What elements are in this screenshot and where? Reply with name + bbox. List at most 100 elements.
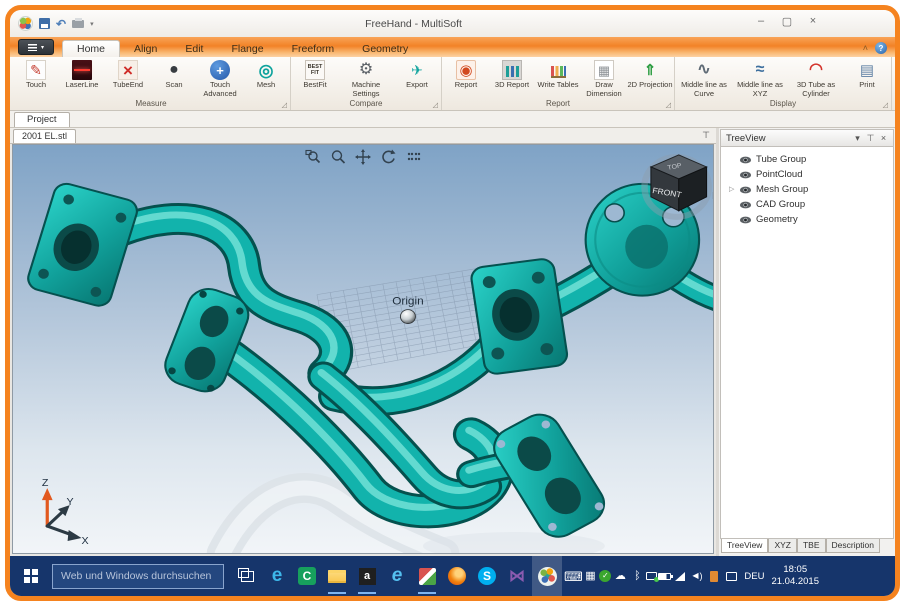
schedule-icon[interactable]: ▦: [582, 568, 598, 584]
updates-icon[interactable]: [706, 568, 722, 584]
button-label: 3D Tube as Cylinder: [788, 81, 844, 98]
visibility-eye-icon[interactable]: [739, 201, 756, 209]
visibility-eye-icon[interactable]: [739, 156, 756, 164]
panel-tab-tbe[interactable]: TBE: [797, 539, 826, 553]
tree-item-geometry[interactable]: Geometry: [721, 212, 893, 227]
taskbar-app-explorer[interactable]: [322, 556, 352, 596]
document-tab[interactable]: 2001 EL.stl: [13, 129, 76, 143]
save-button[interactable]: [39, 18, 50, 29]
tab-home[interactable]: Home: [62, 40, 120, 58]
ribbon-collapse-button[interactable]: ˄: [863, 43, 868, 53]
tab-geometry[interactable]: Geometry: [348, 41, 422, 58]
taskbar-app-expression[interactable]: ⋈: [502, 556, 532, 596]
taskbar-app-media[interactable]: [412, 556, 442, 596]
expander-icon[interactable]: ▷: [729, 186, 739, 193]
2d-projection-button[interactable]: ⇑2D Projection: [627, 58, 673, 90]
touch-button[interactable]: ✎Touch: [13, 58, 59, 90]
dialog-launcher-icon[interactable]: ◿: [433, 102, 438, 109]
security-icon[interactable]: ✓: [599, 570, 611, 582]
bluetooth-icon[interactable]: ᛒ: [629, 568, 645, 584]
dialog-launcher-icon[interactable]: ◿: [666, 102, 671, 109]
taskbar-app-office[interactable]: a: [352, 556, 382, 596]
taskbar-app-skype[interactable]: [472, 556, 502, 596]
taskbar-apps: eae⋈: [232, 556, 562, 596]
axis-triad: Z Y X: [42, 478, 89, 546]
close-button[interactable]: ×: [803, 12, 823, 30]
help-button[interactable]: ?: [875, 42, 887, 54]
middle-line-as-curve-button[interactable]: ∿Middle line as Curve: [676, 58, 732, 98]
taskbar-app-freehand[interactable]: [532, 556, 562, 596]
dialog-launcher-icon[interactable]: ◿: [883, 102, 888, 109]
app-menu-button[interactable]: ▾: [18, 39, 54, 55]
tab-flange[interactable]: Flange: [217, 41, 277, 58]
network-icon[interactable]: [646, 572, 657, 580]
middle-line-as-xyz-button[interactable]: ≈Middle line as XYZ: [732, 58, 788, 98]
visibility-eye-icon[interactable]: [739, 216, 756, 224]
tab-freeform[interactable]: Freeform: [278, 41, 349, 58]
export-button[interactable]: ✈Export: [394, 58, 440, 90]
rotate-button[interactable]: [380, 149, 396, 165]
maximize-button[interactable]: ▢: [777, 12, 797, 30]
panel-tab-description[interactable]: Description: [826, 539, 881, 553]
panel-tab-treeview[interactable]: TreeView: [721, 539, 768, 553]
taskbar-app-task-view[interactable]: [232, 556, 262, 596]
panel-close-icon[interactable]: ×: [877, 134, 890, 143]
scan-button[interactable]: ●Scan: [151, 58, 197, 90]
3d-tube-as-cylinder-button[interactable]: ◠3D Tube as Cylinder: [788, 58, 844, 98]
tree-item-mesh-group[interactable]: ▷Mesh Group: [721, 182, 893, 197]
view-cube[interactable]: E FRONT TOP: [644, 155, 713, 217]
draw-dimension-button[interactable]: ▦Draw Dimension: [581, 58, 627, 98]
zoom-window-button[interactable]: [305, 149, 321, 165]
language-indicator[interactable]: DEU: [744, 571, 764, 582]
panel-pin-icon[interactable]: ⊤: [864, 134, 877, 143]
visibility-eye-icon[interactable]: [739, 186, 756, 194]
undo-button[interactable]: ↶: [56, 18, 66, 30]
taskbar-app-firefox[interactable]: [442, 556, 472, 596]
machine-settings-button[interactable]: ⚙Machine Settings: [338, 58, 394, 98]
viewport-3d[interactable]: Origin E FRONT TOP: [12, 144, 714, 554]
pan-button[interactable]: [355, 149, 371, 165]
report-button[interactable]: ◉Report: [443, 58, 489, 90]
tubeend-button[interactable]: ×TubeEnd: [105, 58, 151, 90]
keyboard-icon[interactable]: ⌨: [565, 568, 581, 584]
bestfit-button[interactable]: BEST FITBestFit: [292, 58, 338, 90]
write-tables-button[interactable]: Write Tables: [535, 58, 581, 90]
zoom-button[interactable]: [330, 149, 346, 165]
3d-report-button[interactable]: 3D Report: [489, 58, 535, 90]
tree-item-pointcloud[interactable]: PointCloud: [721, 167, 893, 182]
panel-tab-xyz[interactable]: XYZ: [768, 539, 797, 553]
signal-icon[interactable]: [672, 568, 688, 584]
mesh-button[interactable]: ◎Mesh: [243, 58, 289, 90]
3d-scene[interactable]: Origin E FRONT TOP: [13, 145, 713, 553]
window-title: FreeHand - MultiSoft: [10, 18, 817, 30]
visibility-eye-icon[interactable]: [739, 171, 756, 179]
tree-item-tube-group[interactable]: Tube Group: [721, 152, 893, 167]
action-center-icon[interactable]: [723, 568, 739, 584]
dialog-launcher-icon[interactable]: ◿: [282, 102, 287, 109]
tab-align[interactable]: Align: [120, 41, 171, 58]
ribbon-tabs: HomeAlignEditFlangeFreeformGeometry: [62, 37, 422, 57]
fit-view-button[interactable]: [405, 149, 421, 165]
laserline-button[interactable]: LaserLine: [59, 58, 105, 90]
panel-menu-icon[interactable]: ▾: [851, 134, 864, 143]
start-button[interactable]: [10, 556, 52, 596]
battery-icon[interactable]: [658, 573, 671, 580]
tree-item-label: Tube Group: [756, 154, 806, 165]
print-quick-button[interactable]: [72, 20, 84, 28]
tab-edit[interactable]: Edit: [171, 41, 217, 58]
search-input[interactable]: [52, 564, 224, 589]
taskbar-app-app-green[interactable]: [292, 556, 322, 596]
touch-advanced-button[interactable]: +Touch Advanced: [197, 58, 243, 98]
onedrive-icon[interactable]: ☁: [612, 568, 628, 584]
print-button[interactable]: ▤Print: [844, 58, 890, 90]
manual-xyz-button[interactable]: .xyzManual XYZ: [893, 58, 900, 90]
pin-icon[interactable]: ⊤: [702, 131, 710, 140]
customize-quick-access-button[interactable]: ▾: [90, 20, 94, 28]
volume-icon[interactable]: ◀: [689, 568, 705, 584]
taskbar-app-internet-explorer[interactable]: e: [382, 556, 412, 596]
clock[interactable]: 18:05 21.04.2015: [771, 564, 819, 588]
project-tab[interactable]: Project: [14, 112, 70, 127]
taskbar-app-edge[interactable]: e: [262, 556, 292, 596]
minimize-button[interactable]: –: [751, 12, 771, 30]
tree-item-cad-group[interactable]: CAD Group: [721, 197, 893, 212]
